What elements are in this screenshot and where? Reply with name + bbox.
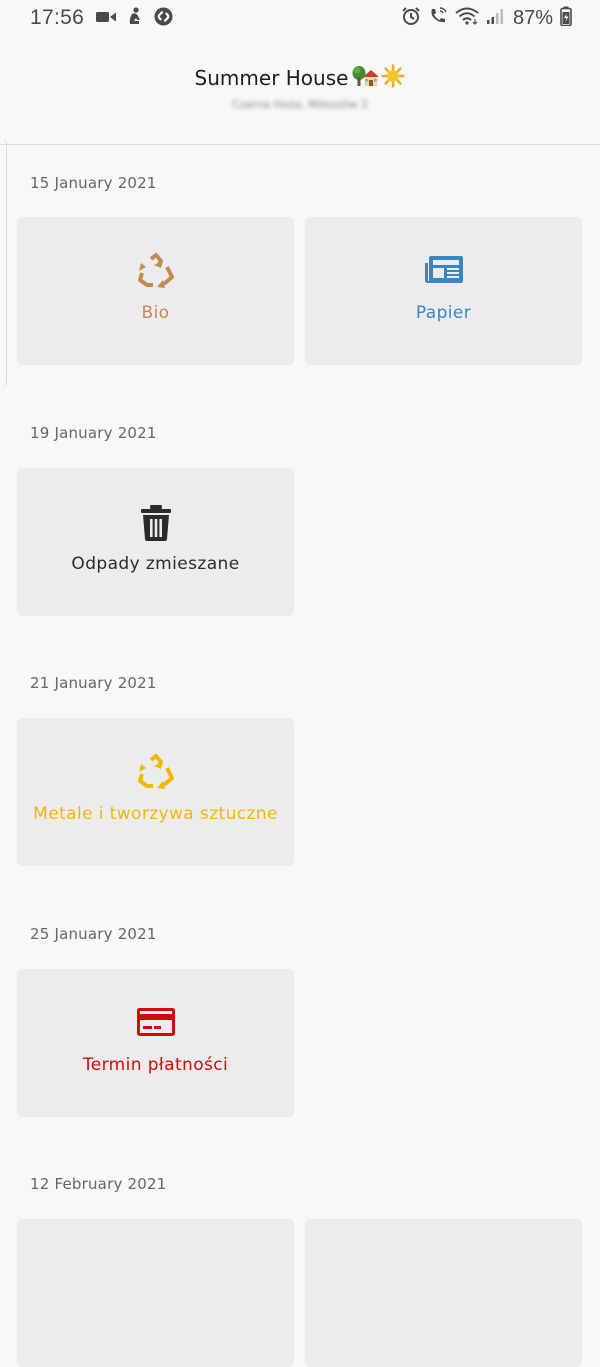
tile-label: Odpady zmieszane — [71, 554, 240, 574]
waste-tile-metale[interactable]: Metale i tworzywa sztuczne — [17, 718, 294, 866]
trash-icon — [17, 504, 294, 542]
date-label: 19 January 2021 — [30, 424, 157, 442]
recycle-icon — [17, 253, 294, 289]
battery-percentage: 87% — [512, 6, 553, 29]
waste-tile-papier[interactable]: Papier — [305, 217, 582, 365]
alarm-icon — [401, 6, 421, 30]
video-camera-icon — [96, 9, 117, 28]
status-bar: 17:56 87% — [0, 0, 600, 36]
date-label: 25 January 2021 — [30, 925, 157, 943]
header-divider — [0, 144, 600, 145]
tile-label: Metale i tworzywa sztuczne — [33, 804, 278, 824]
tile-label: Papier — [415, 303, 472, 323]
date-label: 15 January 2021 — [30, 174, 157, 192]
waste-tile-partial[interactable] — [305, 1219, 582, 1367]
signal-icon — [486, 7, 504, 29]
wifi-calling-icon — [428, 6, 448, 30]
credit-card-icon — [17, 1005, 294, 1039]
header-emojis — [352, 64, 406, 92]
battery-charging-icon — [560, 6, 572, 30]
recycle-icon — [17, 754, 294, 790]
shazam-icon — [154, 6, 173, 30]
person-sitting-icon — [128, 7, 142, 29]
newspaper-icon — [305, 253, 582, 287]
date-label: 12 February 2021 — [30, 1175, 167, 1193]
waste-tile-odpady-zmieszane[interactable]: Odpady zmieszane — [17, 468, 294, 616]
tree-house-emoji — [352, 64, 380, 92]
app-header: Summer House Czarna Hoża, Miłoszów 2 — [0, 36, 600, 144]
tile-label: Termin płatności — [82, 1055, 229, 1075]
waste-tile-bio[interactable]: Bio — [17, 217, 294, 365]
edge-panel-handle[interactable] — [0, 138, 7, 388]
sun-emoji — [381, 64, 406, 92]
page-title: Summer House — [194, 66, 349, 90]
header-title-row: Summer House — [0, 64, 600, 92]
status-notification-icons — [96, 6, 173, 30]
page-subtitle: Czarna Hoża, Miłoszów 2 — [231, 98, 369, 111]
tile-label: Bio — [141, 303, 170, 323]
date-label: 21 January 2021 — [30, 674, 157, 692]
wifi-icon — [455, 7, 479, 29]
waste-tile-termin-platnosci[interactable]: Termin płatności — [17, 969, 294, 1117]
status-time: 17:56 — [30, 6, 85, 29]
status-system-icons: 87% — [401, 6, 572, 30]
waste-tile-partial[interactable] — [17, 1219, 294, 1367]
